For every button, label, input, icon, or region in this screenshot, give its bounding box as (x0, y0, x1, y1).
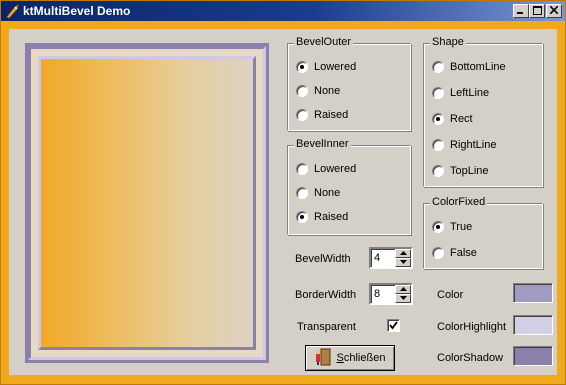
minimize-button[interactable] (513, 4, 529, 18)
schliessen-button[interactable]: Schließen (305, 345, 395, 371)
radio-label: Lowered (314, 163, 357, 175)
radio-label: None (314, 187, 341, 199)
app-window: ktMultiBevel Demo BevelOuter Lowered Non… (0, 0, 566, 385)
bevel-width-value[interactable]: 4 (374, 252, 380, 264)
radio-label: LeftLine (450, 87, 490, 99)
transparent-checkbox[interactable] (387, 319, 400, 332)
radio-label: Lowered (314, 61, 357, 73)
close-icon (547, 6, 561, 14)
radio-label: Rect (450, 113, 473, 125)
title-bar[interactable]: ktMultiBevel Demo (1, 1, 565, 21)
client-area: BevelOuter Lowered None Raised BevelInne… (9, 29, 557, 375)
radio-label: None (314, 85, 341, 97)
transparent-label: Transparent (297, 321, 356, 333)
shape-bottomline-radio[interactable]: BottomLine (432, 60, 506, 74)
border-width-down-button[interactable] (395, 294, 411, 303)
radio-dot-icon (296, 61, 308, 73)
color-fixed-title: ColorFixed (430, 196, 488, 208)
color-fixed-false-radio[interactable]: False (432, 246, 477, 260)
radio-dot-icon (296, 85, 308, 97)
label-rest: chließen (343, 352, 386, 364)
bevel-inner-lowered-radio[interactable]: Lowered (296, 162, 356, 176)
radio-dot-icon (432, 247, 444, 259)
border-width-spinner[interactable]: 8 (369, 283, 413, 305)
bevel-width-arrows (395, 249, 411, 267)
radio-dot-icon (432, 113, 444, 125)
minimize-icon (514, 6, 528, 14)
radio-dot-icon (296, 163, 308, 175)
shape-rightline-radio[interactable]: RightLine (432, 138, 496, 152)
bevel-outer-group: BevelOuter Lowered None Raised (287, 36, 411, 131)
radio-label: False (450, 247, 477, 259)
color-fixed-group: ColorFixed True False (423, 196, 543, 269)
border-width-value[interactable]: 8 (374, 288, 380, 300)
color-swatch[interactable] (513, 283, 553, 303)
radio-dot-icon (296, 109, 308, 121)
radio-dot-icon (432, 61, 444, 73)
radio-label: BottomLine (450, 61, 506, 73)
bevel-width-down-button[interactable] (395, 258, 411, 267)
radio-label: Raised (314, 211, 349, 223)
radio-label: True (450, 221, 473, 233)
radio-dot-icon (296, 187, 308, 199)
radio-label: Raised (314, 109, 349, 121)
door-exit-icon (315, 348, 331, 369)
bevel-width-label: BevelWidth (295, 253, 351, 265)
bevel-outer-none-radio[interactable]: None (296, 84, 340, 98)
color-shadow-swatch[interactable] (513, 346, 553, 366)
border-width-up-button[interactable] (395, 285, 411, 294)
bevel-outer-raised-radio[interactable]: Raised (296, 108, 348, 122)
app-icon (5, 3, 21, 19)
bevel-width-up-button[interactable] (395, 249, 411, 258)
color-highlight-swatch[interactable] (513, 315, 553, 335)
color-label: Color (437, 289, 464, 301)
radio-dot-icon (432, 221, 444, 233)
shape-title: Shape (430, 36, 466, 48)
radio-dot-icon (432, 165, 444, 177)
close-window-button[interactable] (546, 4, 562, 18)
radio-label: RightLine (450, 139, 497, 151)
bevel-outer-lowered-radio[interactable]: Lowered (296, 60, 356, 74)
border-width-label: BorderWidth (295, 289, 357, 301)
color-fixed-true-radio[interactable]: True (432, 220, 472, 234)
color-shadow-label: ColorShadow (437, 352, 504, 364)
maximize-icon (530, 6, 544, 15)
mnemonic-letter: S (336, 352, 344, 364)
bevel-inner-panel (38, 56, 256, 350)
radio-dot-icon (432, 139, 444, 151)
bevel-inner-raised-radio[interactable]: Raised (296, 210, 348, 224)
shape-topline-radio[interactable]: TopLine (432, 164, 489, 178)
bevel-width-spinner[interactable]: 4 (369, 247, 413, 269)
bevel-inner-none-radio[interactable]: None (296, 186, 340, 200)
radio-dot-icon (432, 87, 444, 99)
schliessen-label: Schließen (337, 352, 386, 364)
multibevel-preview (25, 43, 269, 363)
radio-dot-icon (296, 211, 308, 223)
bevel-inner-title: BevelInner (294, 138, 351, 150)
radio-label: TopLine (450, 165, 489, 177)
bevel-inner-group: BevelInner Lowered None Raised (287, 138, 411, 235)
checkmark-icon (388, 320, 399, 331)
maximize-button[interactable] (529, 4, 545, 18)
shape-group: Shape BottomLine LeftLine Rect RightLine… (423, 36, 543, 187)
color-highlight-label: ColorHighlight (437, 321, 507, 333)
border-width-arrows (395, 285, 411, 303)
shape-leftline-radio[interactable]: LeftLine (432, 86, 489, 100)
bevel-outer-title: BevelOuter (294, 36, 354, 48)
window-title: ktMultiBevel Demo (23, 4, 131, 18)
shape-rect-radio[interactable]: Rect (432, 112, 473, 126)
